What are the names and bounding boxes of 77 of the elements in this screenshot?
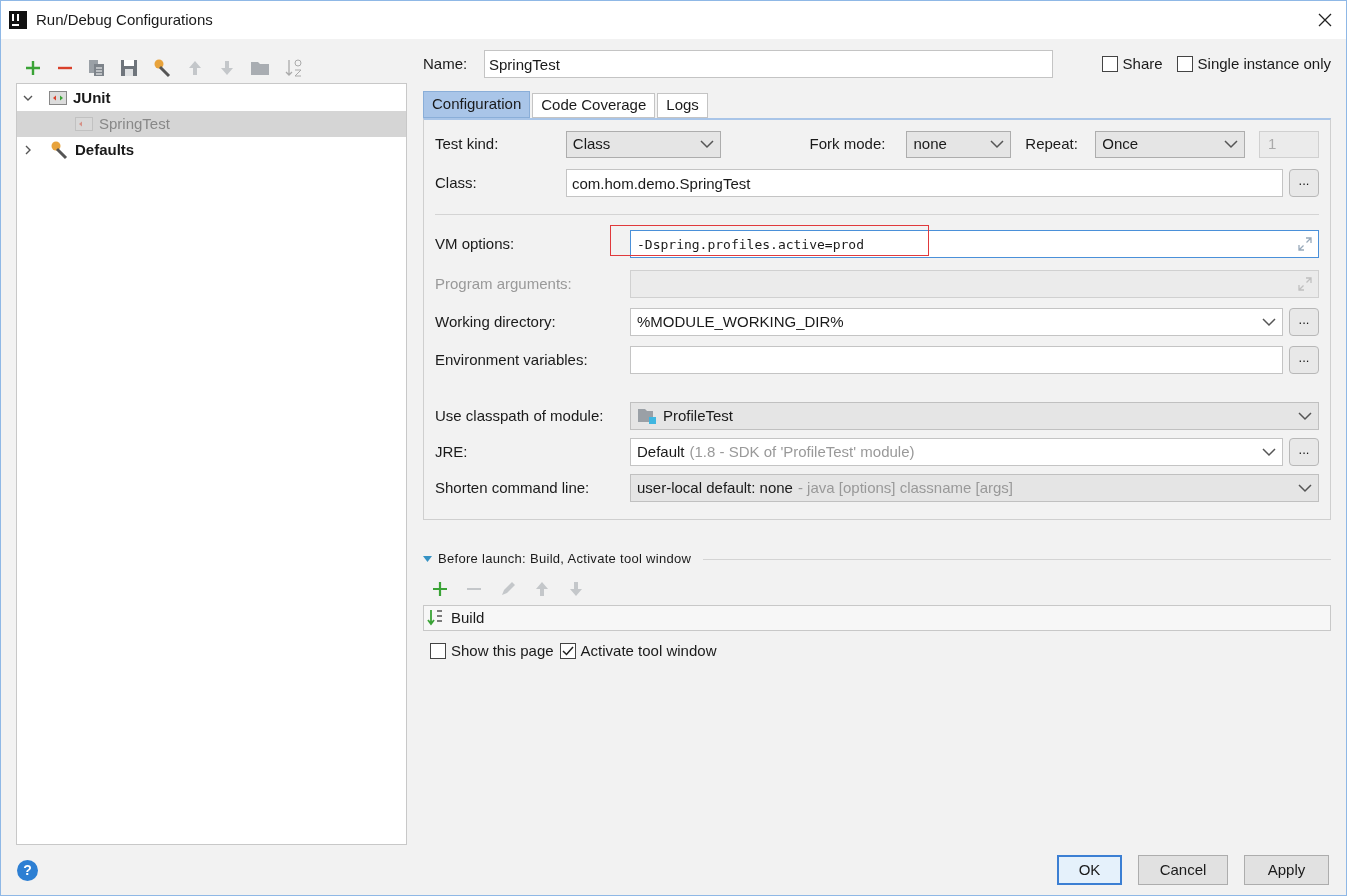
checkbox[interactable] [430,643,446,659]
checkbox-label[interactable]: Single instance only [1197,52,1331,76]
browse-button[interactable]: ... [1289,438,1319,466]
dropdown[interactable]: none [906,131,1012,158]
checkbox-label[interactable]: Show this page [451,639,554,663]
field-label: Environment variables: [435,349,589,370]
dropdown[interactable]: Once [1095,131,1246,158]
sort-icon[interactable] [284,58,304,78]
dialog-button[interactable]: Cancel [1138,855,1228,885]
class-field[interactable]: com.hom.demo.SpringTest [566,169,1283,197]
save-icon[interactable] [120,59,138,77]
copy-icon[interactable] [88,59,106,77]
checkbox[interactable] [559,643,576,659]
module-folder-icon [637,407,657,425]
expanded-triangle-icon[interactable] [423,554,432,564]
tree-item[interactable]: Defaults [17,137,406,163]
check-icon [561,646,574,656]
dropdown[interactable]: ProfileTest [630,402,1319,430]
field-label: Class: [435,172,478,193]
name-field[interactable]: SpringTest [484,50,1053,78]
dropdown[interactable]: %MODULE_WORKING_DIR% [630,308,1283,336]
dropdown[interactable]: user-local default: none - java [options] classname [args] [630,474,1319,502]
tree-item-label: Defaults [75,139,135,160]
field-value: Default (1.8 - SDK of 'ProfileTest' module) [637,441,916,462]
build-icon [427,609,445,627]
checkbox[interactable] [1101,56,1118,72]
input-field[interactable] [630,346,1283,374]
tree-item-label: JUnit [73,87,111,108]
dropdown[interactable]: Default (1.8 - SDK of 'ProfileTest' module) [630,438,1283,466]
browse-button[interactable]: ... [1289,346,1319,374]
move-down-icon[interactable] [218,59,236,77]
input-field[interactable]: -Dspring.profiles.active=prod [630,230,1319,258]
field-label: Program arguments: [435,273,573,294]
close-icon[interactable] [1318,13,1332,27]
tab[interactable]: Logs [657,93,708,118]
checkbox-label[interactable]: Activate tool window [580,639,717,663]
field-label: Working directory: [435,311,557,332]
tree-item-label: SpringTest [99,113,170,134]
browse-button[interactable]: ... [1289,169,1319,197]
wrench-icon [49,140,69,160]
move-up-icon[interactable] [533,580,551,598]
add-icon[interactable] [431,580,449,598]
browse-button[interactable]: ... [1289,308,1319,336]
field-label: Fork mode: [809,134,887,155]
test-window-icon [75,116,93,132]
tab[interactable]: Configuration [423,91,531,118]
dropdown[interactable]: Class [565,131,721,158]
field-value: -Dspring.profiles.active=prod [637,235,865,254]
field-label: Repeat: [1025,134,1079,155]
tab[interactable]: Code Coverage [532,93,656,118]
help-button[interactable]: ? [17,859,38,881]
expand-icon[interactable] [1298,237,1312,251]
field-label: Shorten command line: [435,477,591,498]
move-down-icon[interactable] [567,580,585,598]
field-value: user-local default: none - java [options] classname [args] [637,477,1015,498]
test-window-icon [49,90,67,106]
checkbox[interactable] [1176,56,1193,72]
move-up-icon[interactable] [186,59,204,77]
tree-item[interactable]: JUnit [17,85,406,111]
dialog-button[interactable]: Apply [1244,855,1329,885]
field-value: %MODULE_WORKING_DIR% [637,311,845,332]
dialog-button[interactable]: OK [1057,855,1122,885]
window-title: Run/Debug Configurations [36,9,213,30]
field-label: Test kind: [435,134,500,155]
field-value: ProfileTest [663,405,735,426]
field-label: VM options: [435,233,516,254]
task-item[interactable]: Build [451,606,485,630]
field-label: Name: [423,53,469,74]
folder-icon[interactable] [250,59,270,77]
edit-icon[interactable] [499,580,517,598]
field-label: JRE: [435,441,469,462]
field-label: Use classpath of module: [435,405,605,426]
add-icon[interactable] [24,59,42,77]
app-logo-icon [9,11,27,29]
wrench-icon[interactable] [152,58,172,78]
checkbox-label[interactable]: Share [1122,52,1163,76]
section-title: Before launch: Build, Activate tool window [438,550,692,569]
